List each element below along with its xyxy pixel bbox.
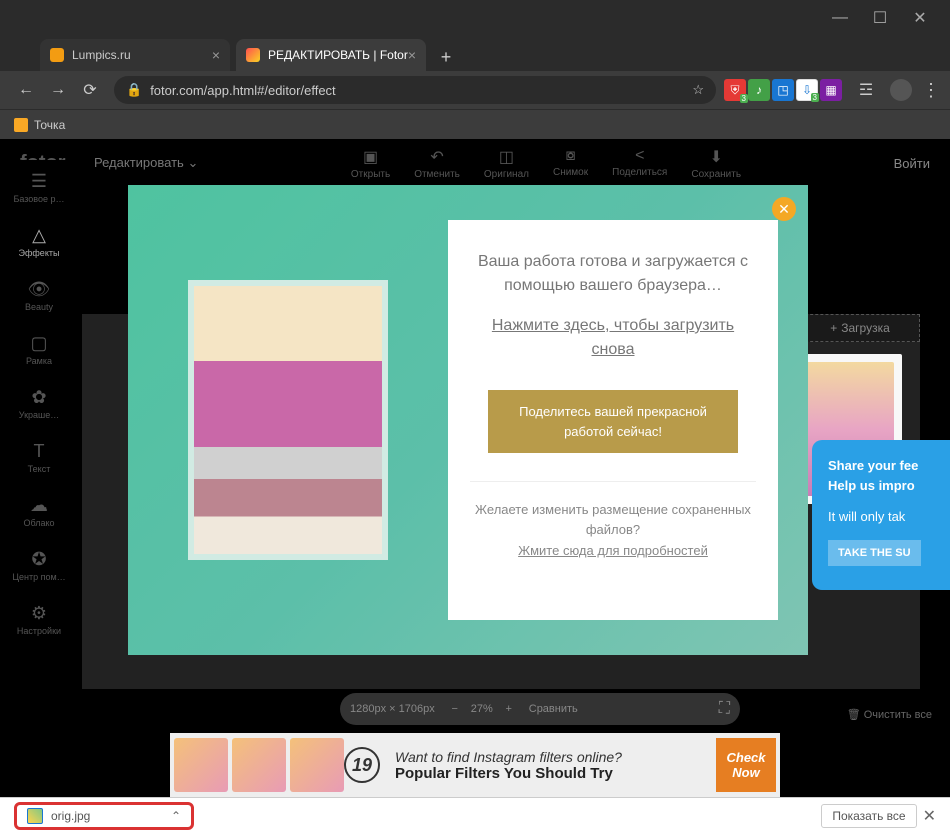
extension-icon[interactable]: ⇩3 (796, 79, 818, 101)
favicon-icon (246, 48, 260, 62)
profile-avatar[interactable] (890, 79, 912, 101)
share-work-button[interactable]: Поделитесь вашей прекрасной работой сейч… (488, 390, 738, 453)
tab-label: РЕДАКТИРОВАТЬ | Fotor (268, 48, 408, 62)
show-all-button[interactable]: Показать все (821, 804, 916, 828)
browser-tabs: Lumpics.ru × РЕДАКТИРОВАТЬ | Fotor × + (0, 35, 950, 71)
window-maximize[interactable]: ☐ (860, 3, 900, 33)
close-downloadbar-button[interactable]: ✕ (923, 806, 936, 826)
url-text: fotor.com/app.html#/editor/effect (150, 83, 335, 98)
star-icon[interactable]: ☆ (692, 82, 704, 98)
divider (470, 481, 756, 482)
take-survey-button[interactable]: TAKE THE SU (828, 540, 921, 566)
extension-icon[interactable]: ⛨3 (724, 79, 746, 101)
close-tab-icon[interactable]: × (408, 47, 416, 63)
lock-icon: 🔒 (126, 82, 142, 98)
url-field[interactable]: 🔒 fotor.com/app.html#/editor/effect ☆ (114, 76, 716, 104)
details-link[interactable]: Жмите сюда для подробностей (518, 541, 708, 561)
forward-button[interactable]: → (42, 74, 74, 106)
extension-icon[interactable]: ◳ (772, 79, 794, 101)
modal-overlay: ✕ Ваша работа готова и загружается с пом… (0, 135, 950, 761)
ad-text-2: Popular Filters You Should Try (395, 765, 716, 782)
file-name: orig.jpg (51, 809, 90, 823)
modal-heading: Ваша работа готова и загружается с помощ… (470, 250, 756, 298)
tab-fotor[interactable]: РЕДАКТИРОВАТЬ | Fotor × (236, 39, 426, 71)
back-button[interactable]: ← (10, 74, 42, 106)
tab-label: Lumpics.ru (72, 48, 131, 62)
bookmark-item[interactable]: Точка (34, 118, 65, 132)
folder-icon (14, 118, 28, 132)
new-tab-button[interactable]: + (432, 43, 460, 71)
extension-icon[interactable]: ▦ (820, 79, 842, 101)
feedback-widget[interactable]: Share your feeHelp us impro It will only… (812, 440, 950, 590)
window-close[interactable]: ✕ (900, 3, 940, 33)
badge-count: 3 (740, 94, 748, 103)
download-modal: ✕ Ваша работа готова и загружается с пом… (128, 185, 808, 655)
window-titlebar: — ☐ ✕ (0, 0, 950, 35)
reload-button[interactable]: ⟳ (74, 74, 106, 106)
reading-list-icon[interactable]: ☲ (850, 74, 882, 106)
modal-image-pane (128, 280, 448, 560)
address-bar: ← → ⟳ 🔒 fotor.com/app.html#/editor/effec… (0, 71, 950, 109)
badge-count: 3 (811, 93, 819, 102)
tab-lumpics[interactable]: Lumpics.ru × (40, 39, 230, 71)
modal-question: Желаете изменить размещение сохраненных … (470, 500, 756, 539)
modal-content-pane: Ваша работа готова и загружается с помощ… (448, 220, 778, 620)
feedback-heading: Share your feeHelp us impro (828, 456, 950, 495)
extensions-area: ⛨3 ♪ ◳ ⇩3 ▦ ☲ ⋮ (724, 74, 940, 106)
extension-icon[interactable]: ♪ (748, 79, 770, 101)
close-tab-icon[interactable]: × (212, 47, 220, 63)
feedback-text: It will only tak (828, 509, 950, 524)
file-icon (27, 808, 43, 824)
download-again-link[interactable]: Нажмите здесь, чтобы загрузить снова (470, 314, 756, 362)
download-bar: orig.jpg ⌃ Показать все ✕ (0, 797, 950, 833)
chevron-up-icon[interactable]: ⌃ (171, 809, 181, 823)
result-image (188, 280, 388, 560)
window-minimize[interactable]: — (820, 3, 860, 33)
favicon-icon (50, 48, 64, 62)
close-modal-button[interactable]: ✕ (772, 197, 796, 221)
browser-menu-icon[interactable]: ⋮ (922, 80, 940, 101)
download-file[interactable]: orig.jpg ⌃ (14, 802, 194, 830)
